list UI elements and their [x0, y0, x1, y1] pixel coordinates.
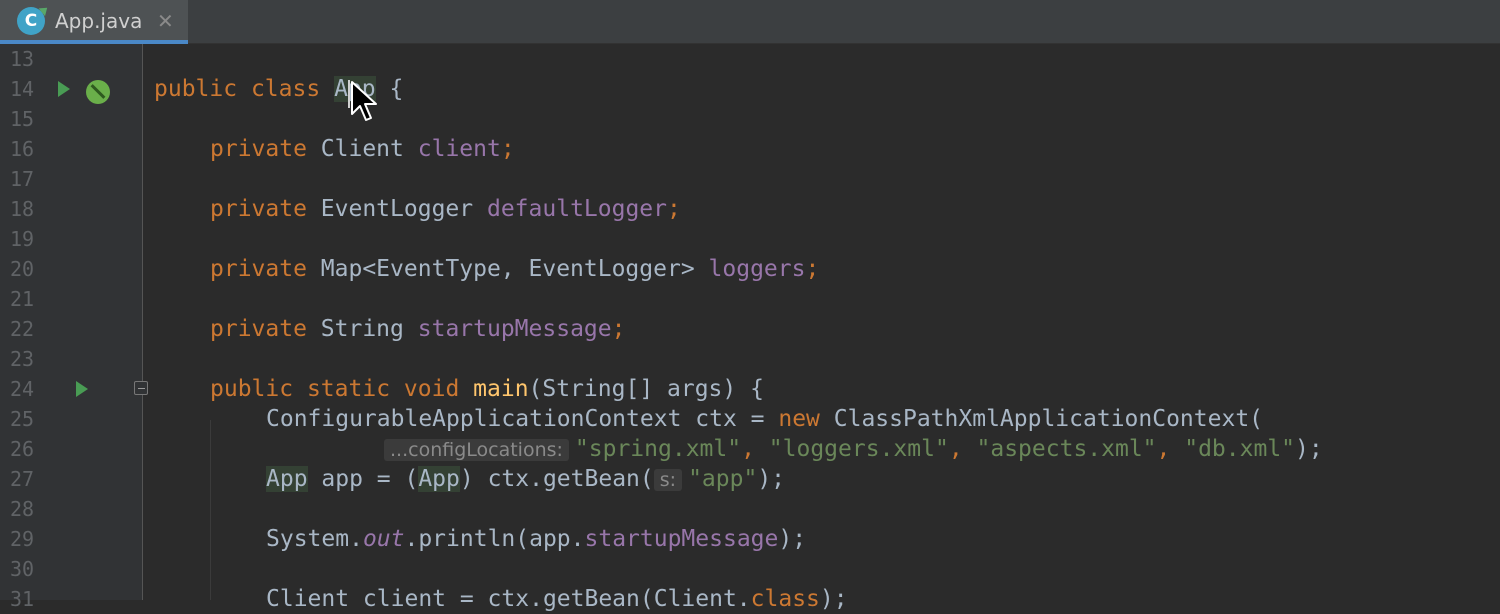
code-line-22[interactable]: private String startupMessage;: [0, 314, 1500, 344]
type-name: Map<EventType, EventLogger>: [320, 256, 695, 282]
keyword: private: [210, 316, 307, 342]
string-literal: "aspects.xml": [976, 436, 1157, 462]
line-number: 23: [10, 347, 35, 371]
string-literal: "db.xml": [1184, 436, 1296, 462]
code-line-31[interactable]: Client client = ctx.getBean(Client.class…: [0, 584, 1500, 614]
code-line-24[interactable]: public static void main(String[] args) {: [0, 374, 1500, 404]
static-field: out: [362, 526, 405, 552]
line-number: 19: [10, 227, 35, 251]
mouse-pointer-icon: [351, 81, 377, 121]
java-class-icon: C: [17, 7, 45, 35]
field-name: defaultLogger: [486, 196, 667, 222]
code-text: app = (: [307, 466, 419, 492]
code-line-29[interactable]: System.out.println(app.startupMessage);: [0, 524, 1500, 554]
keyword: private: [210, 196, 307, 222]
line-number: 21: [10, 287, 35, 311]
code-text: System.: [266, 526, 363, 552]
string-literal: "spring.xml": [574, 436, 742, 462]
method-params: (String[] args) {: [528, 376, 764, 402]
code-line-18[interactable]: private EventLogger defaultLogger;: [0, 194, 1500, 224]
brace: {: [375, 76, 404, 102]
line-number: 13: [10, 47, 35, 71]
editor-tab-bar: C App.java ✕: [0, 0, 1500, 44]
keyword: private: [210, 136, 307, 162]
string-literal: "loggers.xml": [768, 436, 949, 462]
class-name: App: [266, 466, 308, 492]
string-literal: "app": [688, 466, 758, 492]
code-text: );: [757, 466, 786, 492]
semicolon: ;: [611, 316, 626, 342]
type-name: String: [320, 316, 404, 342]
code-line-14[interactable]: public class App {: [0, 74, 1500, 104]
tab-label: App.java: [55, 9, 143, 33]
semicolon: ;: [500, 136, 515, 162]
code-text: );: [819, 586, 848, 612]
keyword: public: [210, 376, 294, 402]
method-name: main: [473, 376, 529, 402]
parameter-hint: s:: [653, 469, 683, 491]
comma: ,: [741, 436, 769, 462]
field-name: startupMessage: [417, 316, 612, 342]
class-name: App: [418, 466, 460, 492]
code-text: ClassPathXmlApplicationContext(: [819, 406, 1264, 432]
close-tab-icon[interactable]: ✕: [157, 6, 174, 36]
tab-app-java[interactable]: C App.java ✕: [0, 0, 188, 44]
line-number: 17: [10, 167, 35, 191]
keyword: private: [210, 256, 307, 282]
code-line-20[interactable]: private Map<EventType, EventLogger> logg…: [0, 254, 1500, 284]
comma: ,: [1156, 436, 1185, 462]
keyword: static: [306, 376, 391, 402]
keyword: class: [750, 586, 820, 612]
field-name: startupMessage: [584, 526, 779, 552]
line-number: 28: [10, 497, 35, 521]
field-name: client: [417, 136, 501, 162]
keyword: void: [403, 376, 460, 402]
field-name: loggers: [708, 256, 806, 282]
code-text: .println(app.: [404, 526, 585, 552]
code-text: );: [1295, 436, 1323, 462]
type-name: EventLogger: [320, 196, 474, 222]
line-number: 15: [10, 107, 35, 131]
code-text: Client client = ctx.getBean(Client.: [266, 586, 751, 612]
keyword: public: [154, 76, 238, 102]
parameter-hint: ...configLocations:: [384, 439, 569, 461]
keyword: new: [778, 406, 820, 432]
code-line-26[interactable]: ...configLocations: "spring.xml", "logger…: [0, 434, 1500, 464]
comma: ,: [948, 436, 977, 462]
code-text: ConfigurableApplicationContext ctx =: [266, 406, 779, 432]
type-name: Client: [320, 136, 404, 162]
semicolon: ;: [667, 196, 681, 222]
semicolon: ;: [805, 256, 820, 282]
keyword: class: [250, 76, 321, 102]
code-line-27[interactable]: App app = (App) ctx.getBean(s: "app");: [0, 464, 1500, 494]
code-text: ) ctx.getBean(: [459, 466, 654, 492]
code-text: );: [778, 526, 807, 552]
line-number: 30: [10, 557, 35, 581]
code-line-25[interactable]: ConfigurableApplicationContext ctx = new…: [0, 404, 1500, 434]
code-line-16[interactable]: private Client client;: [0, 134, 1500, 164]
